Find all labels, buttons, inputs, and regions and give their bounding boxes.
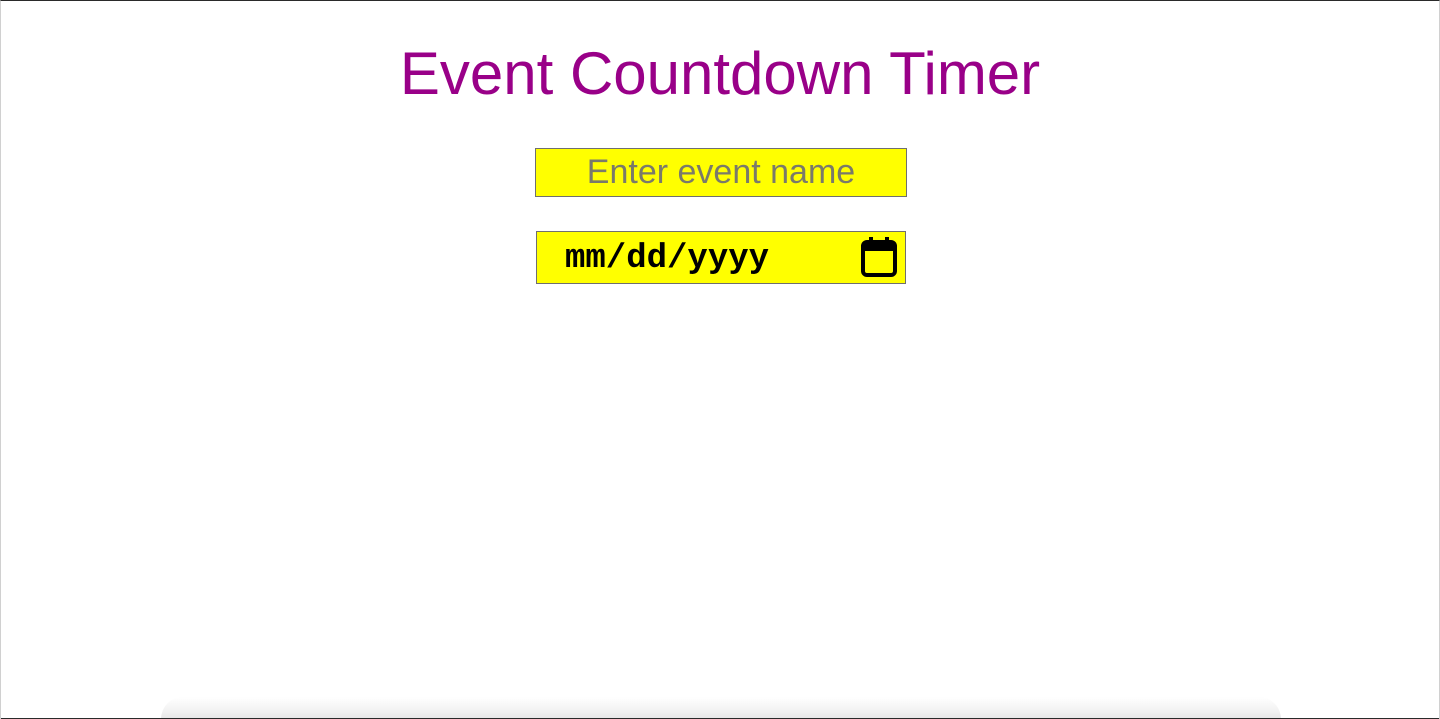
date-format-text: mm/dd/yyyy [565,240,770,278]
bottom-shadow [161,697,1281,719]
app-window: Event Countdown Timer mm/dd/yyyy [0,0,1440,719]
event-date-input[interactable]: mm/dd/yyyy [536,231,906,284]
page-title: Event Countdown Timer [399,40,1041,107]
event-name-input[interactable] [535,148,907,197]
calendar-icon[interactable] [859,235,899,279]
